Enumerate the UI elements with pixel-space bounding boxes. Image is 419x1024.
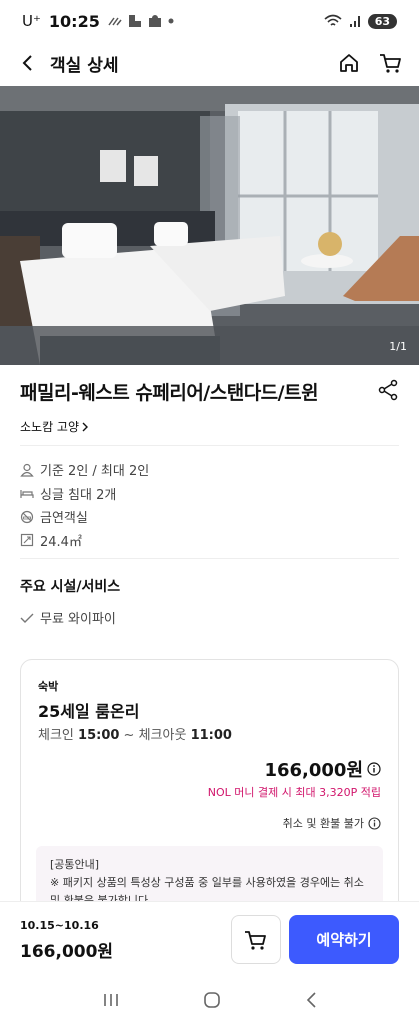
home-button[interactable]	[335, 49, 363, 77]
offer-name: 25세일 룸온리	[38, 702, 140, 721]
wifi-icon	[324, 14, 342, 26]
app-notification-icon	[128, 15, 141, 27]
back-button[interactable]	[14, 49, 42, 77]
chevron-left-icon	[22, 55, 32, 71]
add-to-cart-button[interactable]	[231, 915, 281, 964]
recent-apps-icon[interactable]	[102, 992, 120, 1008]
feature-capacity: 기준 2인 / 최대 2인	[20, 458, 149, 482]
no-smoking-icon	[20, 510, 34, 523]
area-icon	[20, 534, 34, 547]
cart-button[interactable]	[377, 49, 405, 77]
room-title-row: 패밀리-웨스트 슈페리어/스탠다드/트윈	[20, 378, 399, 405]
page-title: 객실 상세	[50, 55, 119, 76]
feature-area: 24.4㎡	[20, 529, 149, 553]
divider	[20, 445, 399, 446]
checkin-info: 체크인 15:00 ~ 체크아웃 11:00	[38, 728, 232, 743]
info-icon	[368, 816, 381, 830]
offer-price: 166,000원	[264, 760, 363, 781]
home-nav-icon[interactable]	[203, 991, 221, 1009]
share-icon	[378, 379, 398, 400]
signal-icon	[349, 16, 360, 27]
amenities-title: 주요 시설/서비스	[20, 579, 121, 595]
data-transfer-icon	[108, 17, 122, 26]
amenity-item: 무료 와이파이	[20, 608, 116, 627]
stay-dates: 10.15~10.16	[20, 919, 99, 932]
room-photo-illustration	[0, 86, 419, 365]
status-bar: U⁺ 10:25 63	[0, 0, 419, 42]
room-features: 기준 2인 / 최대 2인 싱글 침대 2개 금연객실 24.4㎡	[20, 458, 149, 552]
cart-icon	[245, 930, 266, 950]
chevron-right-icon	[82, 422, 89, 431]
dot-icon	[168, 18, 174, 24]
feature-bed: 싱글 침대 2개	[20, 482, 149, 506]
hotel-link[interactable]: 소노캄 고양	[20, 418, 89, 435]
person-icon	[20, 463, 34, 477]
app-header: 객실 상세	[0, 42, 419, 84]
info-icon[interactable]	[367, 762, 381, 776]
total-price: 166,000원	[20, 942, 114, 962]
home-icon	[340, 54, 358, 72]
hotel-name: 소노캄 고양	[20, 420, 80, 434]
check-icon	[20, 613, 34, 623]
refund-policy[interactable]: 취소 및 환불 불가	[283, 815, 381, 831]
notice-title: [공통안내]	[50, 858, 100, 871]
mail-notification-icon	[148, 15, 161, 27]
divider	[20, 558, 399, 559]
back-nav-icon[interactable]	[304, 991, 318, 1009]
offer-category: 숙박	[38, 680, 59, 693]
feature-smoking: 금연객실	[20, 505, 149, 529]
room-photo[interactable]: 1/1	[0, 86, 419, 365]
system-nav-bar	[0, 975, 419, 1024]
status-time: 10:25	[48, 11, 100, 31]
battery-indicator: 63	[367, 13, 397, 29]
reserve-button[interactable]: 예약하기	[289, 915, 399, 964]
cart-icon	[380, 54, 401, 73]
carrier-label: U⁺	[22, 12, 41, 30]
bed-icon	[20, 490, 34, 499]
points-info: NOL 머니 결제 시 최대 3,320P 적립	[207, 786, 381, 799]
image-counter: 1/1	[389, 340, 407, 353]
share-button[interactable]	[377, 379, 399, 405]
room-title: 패밀리-웨스트 슈페리어/스탠다드/트윈	[20, 382, 319, 404]
bottom-action-bar: 10.15~10.16 166,000원 예약하기	[0, 901, 419, 975]
notification-icons	[108, 14, 174, 28]
offer-price-row: 166,000원	[264, 756, 381, 782]
